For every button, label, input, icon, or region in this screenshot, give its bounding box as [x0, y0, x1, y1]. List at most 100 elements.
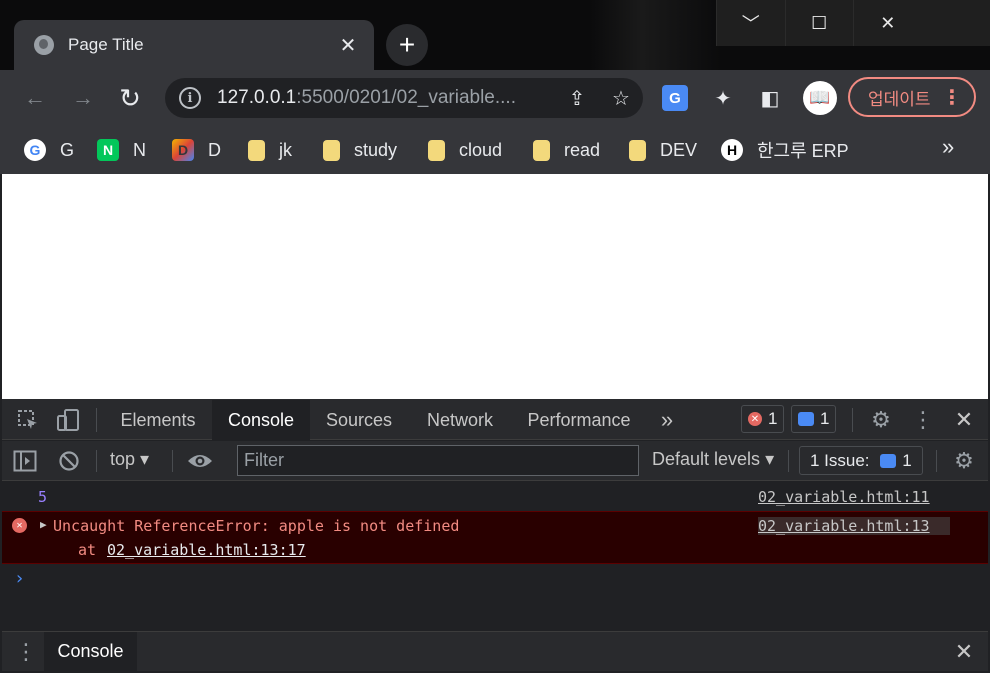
- error-at-label: at: [78, 541, 97, 559]
- bookmark-folder-cloud[interactable]: cloud: [428, 134, 502, 166]
- drawer-menu-icon[interactable]: ⋮: [14, 638, 38, 666]
- forward-button[interactable]: →: [67, 82, 99, 114]
- tab-console[interactable]: Console: [212, 400, 310, 440]
- drawer-tab-console[interactable]: Console: [44, 632, 137, 671]
- log-levels-dropdown[interactable]: Default levels ▾: [652, 449, 774, 470]
- devtools-drawer: [2, 631, 988, 671]
- bookmark-label: 한그루 ERP: [757, 141, 849, 161]
- bookmark-star-icon[interactable]: ☆: [607, 86, 635, 111]
- maximize-button[interactable]: ☐: [784, 0, 854, 46]
- tab-performance[interactable]: Performance: [518, 400, 640, 440]
- folder-icon: [629, 139, 646, 161]
- folder-icon: [428, 139, 445, 161]
- reload-button[interactable]: ↻: [114, 82, 146, 114]
- tab-elements[interactable]: Elements: [110, 400, 206, 440]
- error-count: 1: [768, 409, 778, 428]
- tab-title: Page Title: [68, 35, 144, 54]
- chevron-down-icon: ▾: [140, 449, 150, 469]
- bookmark-n[interactable]: N N: [97, 134, 146, 166]
- live-expression-eye-icon[interactable]: [186, 448, 214, 474]
- log-source-link[interactable]: 02_variable.html:11: [758, 488, 930, 506]
- url-path: :5500/0201/02_variable....: [296, 87, 516, 108]
- divider: [96, 450, 97, 472]
- update-button[interactable]: 업데이트 ⋮: [848, 77, 976, 117]
- settings-gear-icon[interactable]: ⚙: [866, 405, 896, 435]
- device-toolbar-icon[interactable]: [54, 405, 82, 435]
- window-close-button[interactable]: ✕: [853, 0, 922, 46]
- tab-close-icon[interactable]: ✕: [336, 33, 360, 58]
- sidebar-toggle-icon[interactable]: [12, 448, 38, 474]
- url-host: 127.0.0.1: [217, 87, 297, 108]
- folder-icon: [323, 139, 340, 161]
- error-source-link[interactable]: 02_variable.html:13: [758, 517, 950, 535]
- translate-icon[interactable]: G: [662, 85, 688, 111]
- log-value: 5: [38, 488, 48, 506]
- context-selector[interactable]: top ▾: [110, 449, 149, 470]
- issues-label: 1 Issue:: [810, 450, 870, 470]
- bookmark-label: jk: [279, 139, 292, 160]
- inspect-element-icon[interactable]: [14, 405, 42, 435]
- minimize-button[interactable]: ﹀: [716, 0, 785, 46]
- bookmark-label: cloud: [459, 139, 503, 160]
- message-count-badge[interactable]: 1: [791, 405, 837, 433]
- bookmark-label: DEV: [660, 139, 698, 160]
- site-info-icon[interactable]: i: [179, 87, 201, 109]
- devtools-menu-icon[interactable]: ⋮: [910, 405, 936, 435]
- bookmark-d[interactable]: D D: [172, 134, 221, 166]
- address-bar[interactable]: i 127.0.0.1:5500/0201/02_variable.... ⇪ …: [165, 78, 643, 118]
- bookmark-label: read: [564, 139, 601, 160]
- console-prompt-icon[interactable]: ›: [14, 568, 25, 589]
- bookmark-folder-jk[interactable]: jk: [248, 134, 292, 166]
- share-icon[interactable]: ⇪: [563, 86, 591, 111]
- close-devtools-icon[interactable]: ✕: [950, 405, 978, 435]
- issue-icon: [880, 453, 897, 468]
- bookmark-label: G: [60, 139, 75, 160]
- console-log-row: 5 02_variable.html:11: [2, 483, 988, 511]
- issues-count: 1: [902, 450, 912, 470]
- close-drawer-icon[interactable]: ✕: [950, 638, 978, 666]
- bookmark-label: D: [208, 139, 221, 160]
- bookmark-folder-study[interactable]: study: [323, 134, 397, 166]
- window-controls: ﹀ ☐ ✕: [716, 0, 990, 46]
- log-levels-label: Default levels: [652, 449, 761, 469]
- bookmark-g[interactable]: G G: [24, 134, 74, 166]
- context-label: top: [110, 449, 136, 469]
- side-panel-icon[interactable]: ◧: [756, 84, 784, 112]
- new-tab-button[interactable]: +: [386, 24, 428, 66]
- erp-icon: H: [721, 139, 743, 161]
- bookmark-label: N: [133, 139, 146, 160]
- back-button[interactable]: ←: [19, 82, 51, 114]
- more-tabs-icon[interactable]: »: [650, 400, 684, 440]
- expand-triangle-icon[interactable]: ▶: [40, 518, 47, 531]
- error-location-link[interactable]: 02_variable.html:13:17: [107, 541, 306, 559]
- title-bar-background: [590, 0, 720, 70]
- update-label: 업데이트: [868, 89, 931, 109]
- issues-button[interactable]: 1 Issue: 1: [799, 446, 923, 475]
- tab-sources[interactable]: Sources: [316, 400, 402, 440]
- error-icon: ✕: [12, 518, 27, 533]
- bookmarks-overflow-icon[interactable]: »: [942, 134, 954, 160]
- extensions-icon[interactable]: ✦: [709, 84, 737, 112]
- clear-console-icon[interactable]: [56, 448, 82, 474]
- bookmark-label: study: [354, 139, 398, 160]
- divider: [96, 408, 97, 432]
- message-icon: [798, 412, 814, 426]
- divider: [936, 450, 937, 472]
- bookmark-folder-read[interactable]: read: [533, 134, 600, 166]
- browser-menu-icon[interactable]: ⋮: [942, 85, 962, 110]
- globe-icon: [34, 35, 54, 55]
- filter-input[interactable]: Filter: [237, 445, 639, 476]
- divider: [852, 408, 853, 432]
- profile-avatar[interactable]: 📖: [803, 81, 837, 115]
- console-settings-gear-icon[interactable]: ⚙: [950, 447, 978, 475]
- bookmark-folder-dev[interactable]: DEV: [629, 134, 697, 166]
- error-count-badge[interactable]: ✕ 1: [741, 405, 785, 433]
- bookmark-erp[interactable]: H 한그루 ERP: [721, 134, 849, 166]
- page-viewport: [2, 174, 988, 399]
- tab-network[interactable]: Network: [414, 400, 506, 440]
- browser-tab[interactable]: Page Title ✕: [14, 20, 374, 70]
- folder-icon: [533, 139, 550, 161]
- divider: [788, 450, 789, 472]
- google-icon: G: [24, 139, 46, 161]
- error-icon: ✕: [748, 412, 762, 426]
